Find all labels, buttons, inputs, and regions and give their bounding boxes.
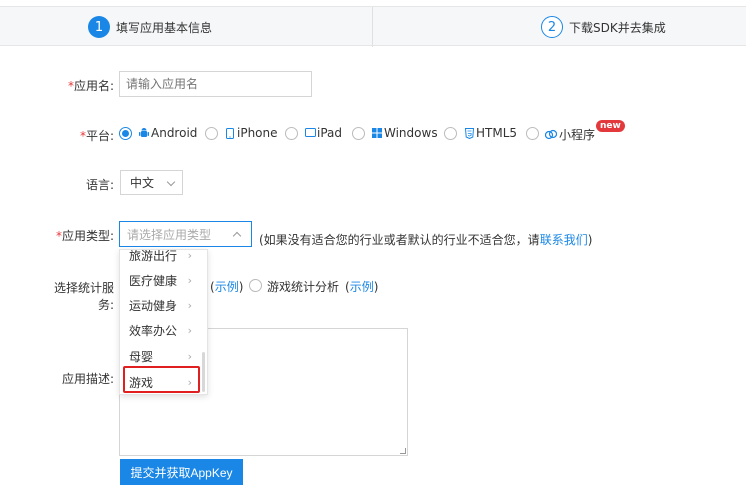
stat-service-label: 选择统计服务: [53,281,114,312]
platform-option-miniprogram[interactable]: 小程序 [544,126,596,143]
chevron-down-icon [166,177,176,187]
iphone-icon [225,127,235,139]
dropdown-item-maternal[interactable]: 母婴 › [120,344,204,368]
step-1: 1 填写应用基本信息 [88,7,212,47]
chevron-up-icon [232,231,242,241]
miniprogram-icon [544,129,558,140]
platform-label: *平台: [70,127,114,144]
stat-example-1: (示例) [210,278,243,295]
platform-option-iphone[interactable]: iPhone [225,126,278,140]
description-label: 应用描述: [61,372,114,386]
step-1-number: 1 [88,16,110,38]
platform-radio-windows[interactable] [352,127,365,140]
app-type-label-text: 应用类型: [61,229,114,243]
language-value: 中文 [130,176,155,190]
dropdown-item-label: 母婴 [129,349,154,364]
chevron-right-icon: › [187,273,192,287]
chevron-right-icon: › [187,298,192,312]
platform-radio-miniprogram[interactable] [526,127,539,140]
stat-radio-game[interactable] [249,279,262,292]
dropdown-item-travel[interactable]: 旅游出行 › [120,249,204,267]
platform-option-html5[interactable]: HTML5 [464,126,517,140]
miniprogram-label: 小程序 [559,128,596,142]
html5-label: HTML5 [476,126,518,140]
iphone-label: iPhone [237,126,278,140]
example-link-2[interactable]: 示例 [350,278,374,295]
platform-radio-html5[interactable] [444,127,457,140]
windows-icon [372,127,382,139]
submit-button[interactable]: 提交并获取AppKey [120,459,243,485]
new-badge: new [596,120,625,132]
paren-close: ) [238,279,244,294]
platform-option-android[interactable]: Android [139,126,197,140]
example-link-1[interactable]: 示例 [215,278,239,295]
ipad-label: iPad [317,126,343,140]
step-2-number: 2 [541,16,563,38]
chevron-right-icon: › [187,349,192,363]
dropdown-item-fitness[interactable]: 运动健身 › [120,293,204,317]
platform-option-windows[interactable]: Windows [372,126,438,140]
dropdown-item-label: 旅游出行 [129,249,178,263]
hint-text: (如果没有适合您的行业或者默认的行业不适合您，请 [259,233,540,247]
step-2-label: 下载SDK并去集成 [569,20,666,35]
app-name-label-text: 应用名: [73,79,114,93]
dropdown-item-label: 效率办公 [129,323,178,338]
platform-label-text: 平台: [85,129,114,143]
steps-header: 1 填写应用基本信息 2 下载SDK并去集成 [0,6,746,47]
chevron-right-icon: › [187,323,192,337]
contact-us-link[interactable]: 联系我们 [540,233,588,247]
app-name-label: *应用名: [60,77,114,94]
app-type-label: *应用类型: [50,227,114,244]
ipad-icon [305,127,316,139]
app-type-placeholder: 请选择应用类型 [127,227,212,242]
windows-label: Windows [384,126,438,140]
dropdown-item-label: 运动健身 [129,298,178,313]
android-label: Android [151,126,198,140]
step-1-label: 填写应用基本信息 [116,20,213,35]
dropdown-item-health[interactable]: 医疗健康 › [120,268,204,292]
android-icon [139,127,149,139]
language-select[interactable]: 中文 [120,170,183,195]
step-2[interactable]: 2 下载SDK并去集成 [541,7,666,47]
stat-option-game[interactable]: 游戏统计分析 (示例) [267,278,378,295]
dropdown-item-label: 医疗健康 [129,273,178,288]
hint-text-end: ) [587,233,593,247]
html5-icon [464,127,474,139]
step-divider [372,7,373,47]
platform-radio-iphone[interactable] [205,127,218,140]
resize-handle-icon[interactable] [400,448,406,454]
platform-radio-ipad[interactable] [285,127,298,140]
platform-radio-android[interactable] [119,127,132,140]
app-name-input[interactable] [119,71,312,97]
platform-option-ipad[interactable]: iPad [305,126,342,140]
app-type-hint: (如果没有适合您的行业或者默认的行业不适合您，请联系我们) [259,231,592,248]
language-label: 语言: [85,178,114,192]
app-type-select[interactable]: 请选择应用类型 [119,221,252,247]
paren-close: ) [373,279,379,294]
dropdown-item-office[interactable]: 效率办公 › [120,318,204,342]
game-stat-label: 游戏统计分析 [267,280,340,294]
highlight-box [123,366,200,393]
dropdown-scrollbar[interactable] [202,352,205,392]
chevron-right-icon: › [187,249,192,262]
